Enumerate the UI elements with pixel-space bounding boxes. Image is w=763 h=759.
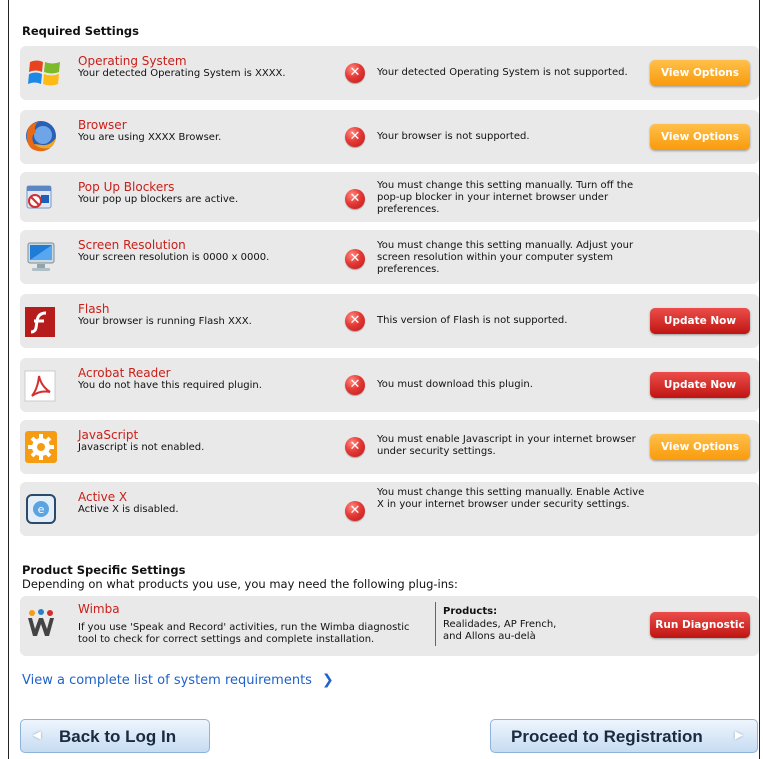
row-description: You are using XXXX Browser. — [78, 132, 222, 143]
requirement-row-acrobat-reader: Acrobat Reader You do not have this requ… — [20, 358, 759, 412]
requirement-row-popup-blockers: Pop Up Blockers Your pop up blockers are… — [20, 172, 759, 222]
windows-logo-icon — [28, 56, 60, 90]
row-description: Your browser is running Flash XXX. — [78, 316, 252, 327]
system-requirements-link[interactable]: View a complete list of system requireme… — [22, 673, 312, 688]
error-icon: ✕ — [345, 311, 365, 331]
svg-text:e: e — [38, 503, 45, 516]
row-description: Active X is disabled. — [78, 504, 179, 515]
row-title: Flash — [78, 302, 110, 316]
error-icon: ✕ — [345, 375, 365, 395]
requirement-row-browser: Browser You are using XXXX Browser. ✕ Yo… — [20, 110, 759, 164]
products-label: Products: — [443, 606, 498, 617]
error-icon: ✕ — [345, 63, 365, 83]
requirement-row-active-x: e Active X Active X is disabled. ✕ You m… — [20, 482, 759, 536]
products-divider — [435, 602, 436, 646]
update-now-button[interactable]: Update Now — [650, 372, 750, 398]
view-options-button[interactable]: View Options — [650, 434, 750, 460]
proceed-button-label: Proceed to Registration — [511, 727, 703, 746]
row-message: You must change this setting manually. T… — [377, 180, 634, 215]
monitor-icon — [24, 240, 55, 274]
products-list: Realidades, AP French, and Allons au-del… — [443, 619, 557, 642]
chevron-right-icon[interactable]: ❯ — [322, 672, 334, 688]
error-icon: ✕ — [345, 189, 365, 209]
row-message: Your browser is not supported. — [377, 131, 530, 142]
product-row-wimba: Wimba If you use 'Speak and Record' acti… — [20, 596, 759, 656]
product-title: Wimba — [78, 602, 120, 616]
requirement-row-javascript: JavaScript Javascript is not enabled. ✕ … — [20, 420, 759, 474]
row-title: Operating System — [78, 54, 187, 68]
row-title: Browser — [78, 118, 127, 132]
row-title: Screen Resolution — [78, 238, 186, 252]
product-settings-heading: Product Specific Settings — [22, 563, 186, 577]
run-diagnostic-button[interactable]: Run Diagnostic — [650, 612, 750, 638]
product-settings-subheading: Depending on what products you use, you … — [22, 577, 458, 591]
row-message: This version of Flash is not supported. — [377, 315, 568, 326]
row-description: Javascript is not enabled. — [78, 442, 205, 453]
proceed-to-registration-button[interactable]: Proceed to Registration ▶ — [490, 719, 758, 753]
row-description: You do not have this required plugin. — [78, 380, 262, 391]
row-message: You must change this setting manually. A… — [377, 240, 634, 275]
back-to-login-button[interactable]: ◀ Back to Log In — [20, 719, 210, 753]
view-options-button[interactable]: View Options — [650, 124, 750, 150]
row-description: Your screen resolution is 0000 x 0000. — [78, 252, 270, 263]
row-title: JavaScript — [78, 428, 139, 442]
product-description: If you use 'Speak and Record' activities… — [78, 622, 410, 645]
error-icon: ✕ — [345, 501, 365, 521]
row-description: Your pop up blockers are active. — [78, 194, 239, 205]
required-settings-heading: Required Settings — [22, 24, 140, 38]
flash-icon — [24, 306, 55, 340]
error-icon: ✕ — [345, 249, 365, 269]
error-icon: ✕ — [345, 127, 365, 147]
back-button-label: Back to Log In — [59, 727, 177, 746]
row-message: You must download this plugin. — [377, 379, 533, 390]
row-title: Pop Up Blockers — [78, 180, 175, 194]
firefox-logo-icon — [24, 118, 56, 152]
popup-blocker-icon — [24, 182, 54, 216]
requirement-row-flash: Flash Your browser is running Flash XXX.… — [20, 294, 759, 348]
row-message: Your detected Operating System is not su… — [377, 67, 628, 78]
requirement-row-operating-system: Operating System Your detected Operating… — [20, 46, 759, 100]
row-message: You must change this setting manually. E… — [377, 487, 645, 510]
activex-icon: e — [24, 492, 56, 526]
row-message: You must enable Javascript in your inter… — [377, 434, 636, 457]
requirement-row-screen-resolution: Screen Resolution Your screen resolution… — [20, 230, 759, 284]
error-icon: ✕ — [345, 437, 365, 457]
arrow-right-icon: ▶ — [735, 730, 743, 741]
arrow-left-icon: ◀ — [33, 730, 41, 741]
row-description: Your detected Operating System is XXXX. — [78, 68, 286, 79]
update-now-button[interactable]: Update Now — [650, 308, 750, 334]
wimba-icon — [26, 608, 56, 642]
row-title: Acrobat Reader — [78, 366, 171, 380]
row-title: Active X — [78, 490, 128, 504]
javascript-gear-icon — [24, 430, 57, 464]
acrobat-icon — [24, 370, 56, 404]
view-options-button[interactable]: View Options — [650, 60, 750, 86]
